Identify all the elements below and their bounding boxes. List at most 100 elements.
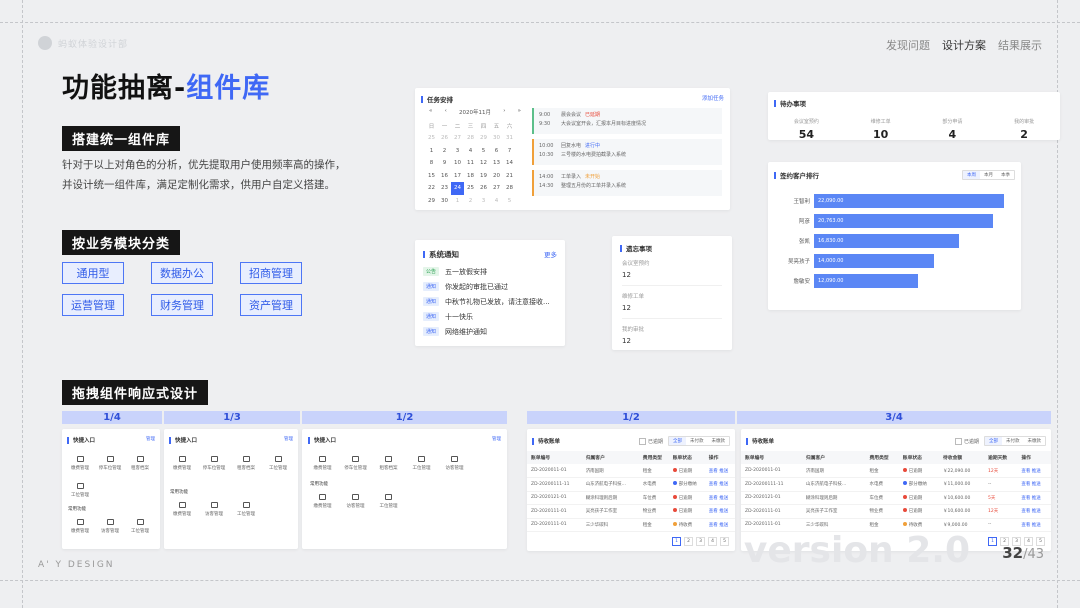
table-row[interactable]: ZD-2020121-01 糊涂科理则后期 车位费 已逾期 查看 推送 bbox=[527, 491, 735, 505]
calendar-day[interactable]: 4 bbox=[464, 145, 477, 158]
todo-item-repair[interactable]: 维修工单 10 bbox=[871, 118, 891, 140]
calendar-day[interactable]: 19 bbox=[477, 170, 490, 183]
notice-item[interactable]: 通知 中秋节礼物已发放，请注意接收... bbox=[423, 294, 557, 309]
notice-item[interactable]: 通知 你发起的审批已通过 bbox=[423, 279, 557, 294]
calendar-day[interactable]: 29 bbox=[425, 195, 438, 208]
calendar-day[interactable]: 26 bbox=[438, 132, 451, 145]
next-year-icon[interactable]: » bbox=[518, 108, 521, 116]
quick-entry-item[interactable]: 工位管理 bbox=[230, 502, 262, 517]
task-item[interactable]: 10:00 10:30 回复水电 进行中 三号楼的水电费拍截录入系统 bbox=[532, 139, 722, 165]
quick-entry-item[interactable]: 缴费管理 bbox=[306, 494, 339, 509]
quick-entry-item[interactable]: 访客管理 bbox=[339, 494, 372, 509]
cell-ops[interactable]: 查看 推送 bbox=[1017, 504, 1051, 519]
quick-entry-item[interactable]: 停车位管理 bbox=[198, 456, 230, 471]
quick-entry-item[interactable]: 租客档案 bbox=[125, 456, 155, 471]
quick-entry-item[interactable]: 工位管理 bbox=[405, 456, 438, 471]
cell-ops[interactable]: 查看 推送 bbox=[1017, 477, 1051, 492]
quick-entry-item[interactable]: 缴费管理 bbox=[166, 456, 198, 471]
cell-ops[interactable]: 查看 推送 bbox=[704, 504, 735, 519]
page-button[interactable]: 2 bbox=[684, 537, 693, 546]
calendar-day[interactable]: 5 bbox=[477, 145, 490, 158]
cell-ops[interactable]: 查看 推送 bbox=[1017, 518, 1051, 532]
calendar-day[interactable]: 25 bbox=[464, 182, 477, 195]
calendar-day[interactable]: 7 bbox=[503, 145, 516, 158]
calendar-day[interactable]: 11 bbox=[464, 157, 477, 170]
table-row[interactable]: ZD-2020011-01 济南国期 租金 已逾期 查看 推送 bbox=[527, 464, 735, 478]
calendar-day[interactable]: 8 bbox=[425, 157, 438, 170]
quick-entry-item[interactable]: 缴费管理 bbox=[65, 519, 95, 534]
quick-entry-item[interactable]: 工位管理 bbox=[262, 456, 294, 471]
calendar-day[interactable]: 22 bbox=[425, 182, 438, 195]
calendar-day[interactable]: 27 bbox=[451, 132, 464, 145]
calendar-day[interactable]: 2 bbox=[438, 145, 451, 158]
tab-month[interactable]: 本月 bbox=[980, 171, 997, 179]
calendar-day[interactable]: 29 bbox=[477, 132, 490, 145]
nav-item-problem[interactable]: 发现问题 bbox=[886, 37, 930, 53]
notice-item[interactable]: 公告 五一放假安排 bbox=[423, 264, 557, 279]
page-button[interactable]: 5 bbox=[720, 537, 729, 546]
cell-ops[interactable]: 查看 推送 bbox=[704, 464, 735, 478]
overdue-checkbox[interactable]: 已逾期 bbox=[955, 438, 979, 445]
quick-entry-item[interactable]: 停车位管理 bbox=[339, 456, 372, 471]
quick-manage-link[interactable]: 管理 bbox=[146, 436, 155, 444]
module-operation[interactable]: 运营管理 bbox=[62, 294, 124, 316]
calendar-day[interactable]: 15 bbox=[425, 170, 438, 183]
nav-item-solution[interactable]: 设计方案 bbox=[942, 37, 986, 53]
nav-item-result[interactable]: 结果展示 bbox=[998, 37, 1042, 53]
quick-entry-item[interactable]: 访客管理 bbox=[95, 519, 125, 534]
calendar-day[interactable]: 9 bbox=[438, 157, 451, 170]
task-item[interactable]: 9:00 9:30 晨会会议 已延期 大会议室开会，汇报本月目标进度情况 bbox=[532, 108, 722, 134]
calendar-day[interactable]: 28 bbox=[464, 132, 477, 145]
quick-entry-item[interactable]: 停车位管理 bbox=[95, 456, 125, 471]
calendar-day[interactable]: 4 bbox=[490, 195, 503, 208]
calendar-day[interactable]: 20 bbox=[490, 170, 503, 183]
calendar-day[interactable]: 17 bbox=[451, 170, 464, 183]
calendar-day[interactable]: 12 bbox=[477, 157, 490, 170]
table-row[interactable]: ZD-2020111-01 吴亮孩子工作室 物业费 已逾期 查看 推送 bbox=[527, 504, 735, 519]
quick-entry-item[interactable]: 访客管理 bbox=[438, 456, 471, 471]
module-general[interactable]: 通用型 bbox=[62, 262, 124, 284]
quick-entry-item[interactable]: 工位管理 bbox=[372, 494, 405, 509]
cell-ops[interactable]: 查看 推送 bbox=[1017, 491, 1051, 505]
table-row[interactable]: ZD-20200111-11 山东济航电子科技... 水电费 部分缴纳 ￥11,000.… bbox=[741, 477, 1051, 492]
prev-month-icon[interactable]: ‹ bbox=[445, 108, 447, 116]
calendar-day[interactable]: 1 bbox=[451, 195, 464, 208]
calendar-day[interactable]: 10 bbox=[451, 157, 464, 170]
calendar-day[interactable]: 3 bbox=[477, 195, 490, 208]
calendar-day[interactable]: 23 bbox=[438, 182, 451, 195]
calendar-day[interactable]: 31 bbox=[503, 132, 516, 145]
notice-more-link[interactable]: 更多 bbox=[544, 249, 557, 260]
tab-quarter[interactable]: 本季 bbox=[997, 171, 1014, 179]
todo-item-meeting[interactable]: 会议室预约 54 bbox=[794, 118, 819, 140]
table-row[interactable]: ZD-2020011-01 济南国期 租金 已逾期 ￥22,090.00 12天 查看 推送 bbox=[741, 464, 1051, 478]
notice-item[interactable]: 通知 网络维护通知 bbox=[423, 324, 557, 339]
calendar-day[interactable]: 30 bbox=[438, 195, 451, 208]
page-button[interactable]: 3 bbox=[696, 537, 705, 546]
page-button[interactable]: 1 bbox=[672, 537, 681, 546]
quick-manage-link[interactable]: 管理 bbox=[284, 436, 293, 444]
module-finance[interactable]: 财务管理 bbox=[151, 294, 213, 316]
bar[interactable]: 12,090.00 bbox=[814, 274, 918, 288]
quick-entry-item[interactable]: 缴费管理 bbox=[65, 456, 95, 471]
calendar-day[interactable]: 5 bbox=[503, 195, 516, 208]
bar[interactable]: 22,090.00 bbox=[814, 194, 1004, 208]
tab-week[interactable]: 本周 bbox=[963, 171, 980, 179]
table-row[interactable]: ZD-2020111-01 三少华碳科 租金 待收费 查看 推送 bbox=[527, 518, 735, 532]
module-asset[interactable]: 资产管理 bbox=[240, 294, 302, 316]
bar[interactable]: 14,000.00 bbox=[814, 254, 935, 268]
calendar-day[interactable]: 1 bbox=[425, 145, 438, 158]
overdue-checkbox[interactable]: 已逾期 bbox=[639, 438, 663, 445]
cell-ops[interactable]: 查看 推送 bbox=[704, 491, 735, 505]
quick-entry-item[interactable]: 访客管理 bbox=[198, 502, 230, 517]
notice-item[interactable]: 通知 十一快乐 bbox=[423, 309, 557, 324]
calendar-day[interactable]: 24 bbox=[451, 182, 464, 195]
table-row[interactable]: ZD-2020121-01 糊涂科理则后期 车位费 已逾期 ￥10,600.00 5天 查看… bbox=[741, 491, 1051, 505]
todo-item-apply[interactable]: 部分申请 4 bbox=[942, 118, 962, 140]
calendar-day[interactable]: 16 bbox=[438, 170, 451, 183]
bar[interactable]: 20,763.00 bbox=[814, 214, 993, 228]
calendar-day[interactable]: 25 bbox=[425, 132, 438, 145]
calendar-day[interactable]: 27 bbox=[490, 182, 503, 195]
calendar-day[interactable]: 30 bbox=[490, 132, 503, 145]
calendar-day[interactable]: 21 bbox=[503, 170, 516, 183]
quick-entry-item[interactable]: 工位管理 bbox=[65, 483, 95, 498]
